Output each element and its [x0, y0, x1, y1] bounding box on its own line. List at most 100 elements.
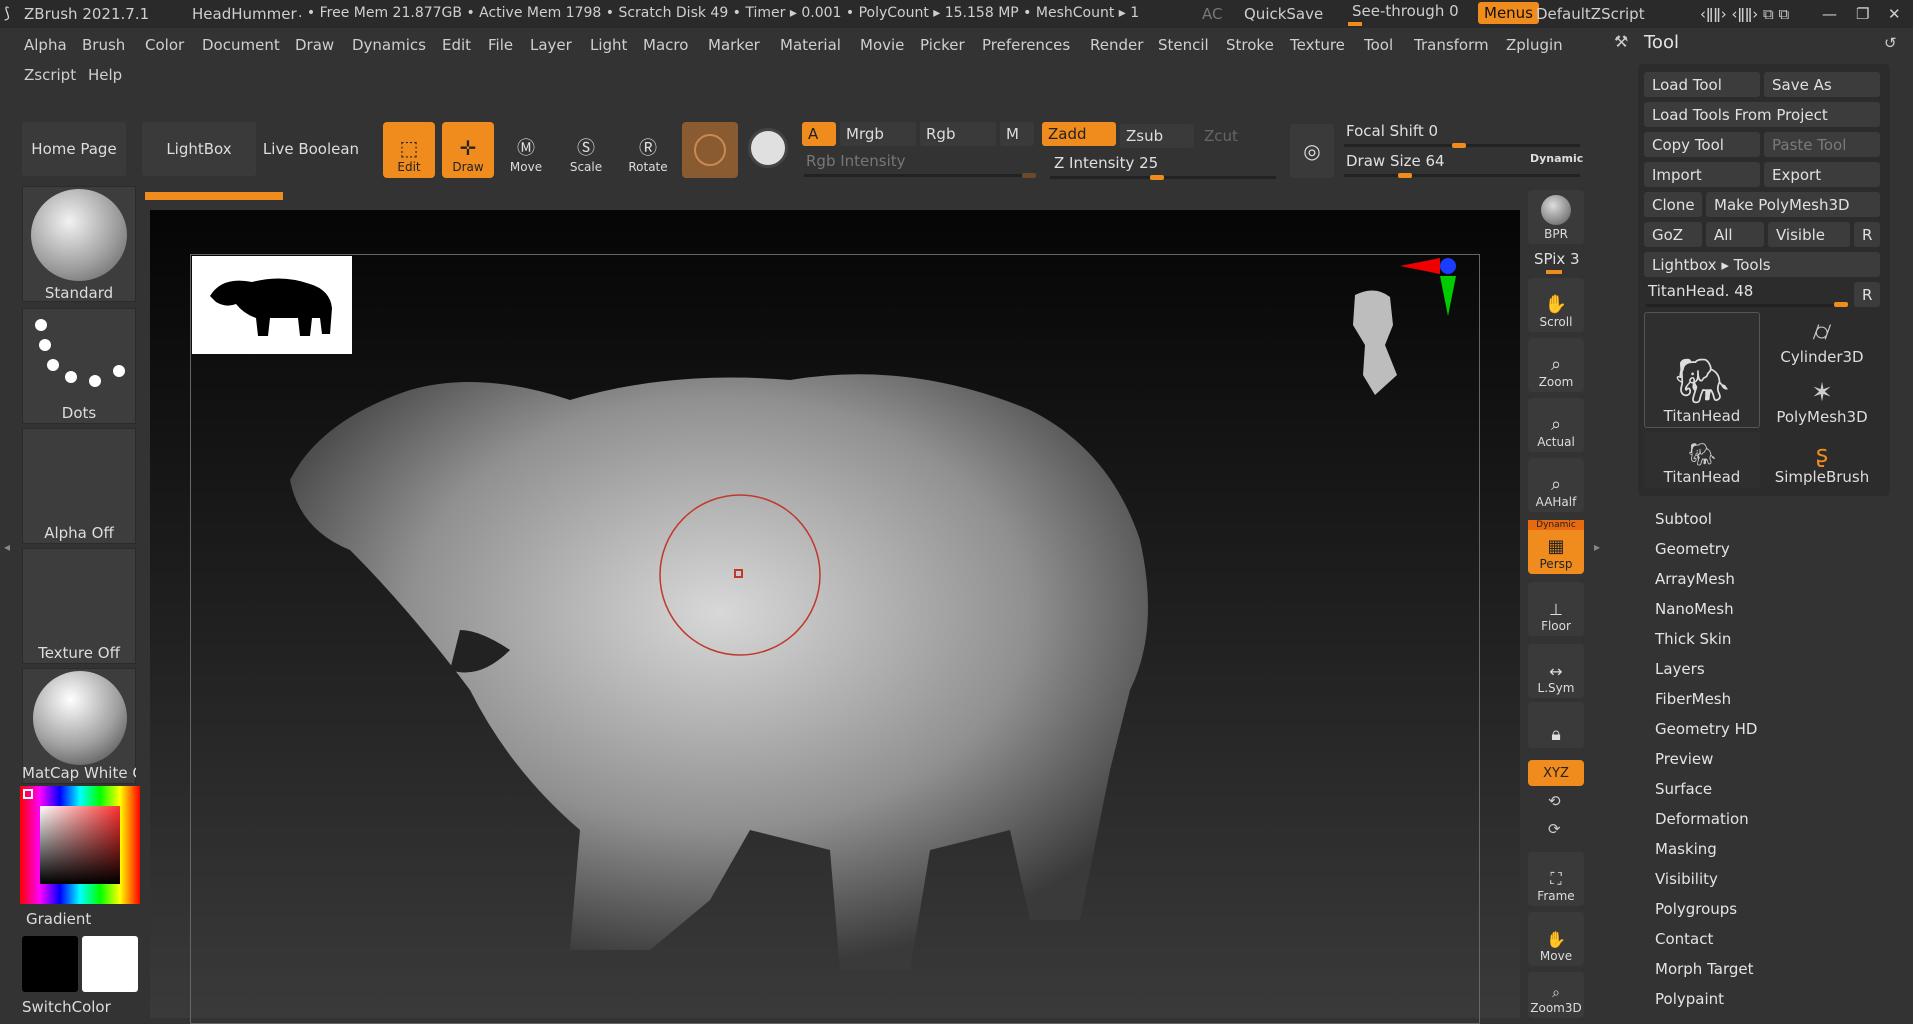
zoom-button[interactable]: ⌕ Zoom — [1528, 338, 1584, 392]
aahalf-button[interactable]: ⌕ AAHalf — [1528, 458, 1584, 512]
home-page-button[interactable]: Home Page — [22, 122, 126, 176]
goz-visible-button[interactable]: Visible — [1768, 222, 1850, 247]
right-tray-handle[interactable]: ▸ — [1594, 540, 1602, 580]
save-as-button[interactable]: Save As — [1764, 72, 1880, 97]
rgb-intensity-knob[interactable] — [1022, 173, 1036, 178]
menu-transform[interactable]: Transform — [1414, 36, 1489, 54]
navigation-head-gizmo[interactable] — [1345, 285, 1405, 405]
section-geometry[interactable]: Geometry — [1655, 540, 1730, 558]
goz-all-button[interactable]: All — [1706, 222, 1764, 247]
menu-alpha[interactable]: Alpha — [24, 36, 67, 54]
focal-shift-knob[interactable] — [1452, 143, 1466, 148]
main-color-swatch[interactable] — [22, 936, 78, 992]
edit-button[interactable]: ⬚ Edit — [383, 122, 435, 178]
scale-button[interactable]: Ⓢ Scale — [560, 122, 612, 178]
menu-picker[interactable]: Picker — [920, 36, 965, 54]
menu-preferences[interactable]: Preferences — [982, 36, 1070, 54]
section-polypaint[interactable]: Polypaint — [1655, 990, 1724, 1008]
section-morph-target[interactable]: Morph Target — [1655, 960, 1754, 978]
menu-light[interactable]: Light — [590, 36, 627, 54]
menus-toggle[interactable]: Menus — [1478, 2, 1539, 24]
frame-button[interactable]: ⛶ Frame — [1528, 852, 1584, 906]
menu-color[interactable]: Color — [145, 36, 184, 54]
export-button[interactable]: Export — [1764, 162, 1880, 187]
axis-gizmo[interactable] — [1400, 256, 1470, 336]
tool-thumb-simplebrush[interactable]: ʂ SimpleBrush — [1764, 432, 1880, 488]
sculpted-mesh[interactable] — [150, 210, 1520, 1018]
gradient-label[interactable]: Gradient — [26, 910, 91, 928]
move-view-button[interactable]: ✋ Move — [1528, 912, 1584, 966]
load-tool-button[interactable]: Load Tool — [1644, 72, 1760, 97]
dynamic-label[interactable]: Dynamic — [1530, 152, 1583, 165]
menu-brush[interactable]: Brush — [82, 36, 125, 54]
menu-tool[interactable]: Tool — [1364, 36, 1393, 54]
lsym-button[interactable]: ↔ L.Sym — [1528, 644, 1584, 698]
tool-panel-title[interactable]: Tool — [1644, 32, 1679, 53]
spix-slider-knob[interactable] — [1546, 270, 1562, 274]
lock-button[interactable]: 🔒︎ — [1528, 702, 1584, 748]
quicksave-button[interactable]: QuickSave — [1244, 5, 1323, 23]
restore-icon[interactable]: ❐ — [1856, 5, 1869, 23]
clone-button[interactable]: Clone — [1644, 192, 1702, 217]
move-button[interactable]: Ⓜ Move — [500, 122, 552, 178]
menu-dynamics[interactable]: Dynamics — [352, 36, 426, 54]
menu-material[interactable]: Material — [780, 36, 841, 54]
menu-edit[interactable]: Edit — [442, 36, 471, 54]
section-layers[interactable]: Layers — [1655, 660, 1705, 678]
section-masking[interactable]: Masking — [1655, 840, 1717, 858]
ac-toggle[interactable]: AC — [1202, 5, 1222, 23]
section-nanomesh[interactable]: NanoMesh — [1655, 600, 1734, 618]
menu-movie[interactable]: Movie — [860, 36, 904, 54]
a-toggle[interactable]: A — [802, 122, 836, 146]
scroll-button[interactable]: ✋ Scroll — [1528, 278, 1584, 332]
menu-file[interactable]: File — [488, 36, 513, 54]
mrgb-toggle[interactable]: Mrgb — [840, 122, 916, 146]
menu-draw[interactable]: Draw — [295, 36, 334, 54]
menu-document[interactable]: Document — [202, 36, 280, 54]
tool-thumb-titanhead[interactable]: 🐘︎ TitanHead — [1644, 312, 1760, 428]
m-toggle[interactable]: M — [1000, 122, 1034, 146]
zsub-toggle[interactable]: Zsub — [1120, 124, 1194, 148]
material-swatch-button[interactable] — [682, 122, 738, 178]
titanhead-r-button[interactable]: R — [1854, 282, 1880, 307]
menu-macro[interactable]: Macro — [643, 36, 688, 54]
section-visibility[interactable]: Visibility — [1655, 870, 1718, 888]
section-contact[interactable]: Contact — [1655, 930, 1713, 948]
z-intensity-knob[interactable] — [1150, 175, 1164, 180]
rgb-toggle[interactable]: Rgb — [920, 122, 996, 146]
titanhead-slider-knob[interactable] — [1834, 302, 1848, 307]
section-fibermesh[interactable]: FiberMesh — [1655, 690, 1731, 708]
menu-zscript[interactable]: Zscript — [24, 66, 76, 84]
section-polygroups[interactable]: Polygroups — [1655, 900, 1737, 918]
tool-thumb-cylinder3d[interactable]: ⌭ Cylinder3D — [1764, 312, 1880, 368]
tool-thumb-polymesh3d[interactable]: ✶ PolyMesh3D — [1764, 372, 1880, 428]
spix-label[interactable]: SPix 3 — [1534, 250, 1580, 268]
menu-render[interactable]: Render — [1090, 36, 1143, 54]
live-boolean-button[interactable]: Live Boolean — [262, 122, 360, 176]
xyz-button[interactable]: XYZ — [1528, 760, 1584, 786]
section-arraymesh[interactable]: ArrayMesh — [1655, 570, 1735, 588]
rotate-z-icon[interactable]: ⟳ — [1548, 820, 1561, 838]
lightbox-tools-button[interactable]: Lightbox ▸ Tools — [1644, 252, 1880, 277]
layout-icons[interactable]: ‹ǁǁ› ‹ǁǁ› ⧉ ⧉ — [1700, 5, 1789, 23]
secondary-color-swatch[interactable] — [82, 936, 138, 992]
seethrough-slider-knob[interactable] — [1348, 22, 1362, 26]
menu-stroke[interactable]: Stroke — [1226, 36, 1274, 54]
rotate-y-icon[interactable]: ⟲ — [1548, 792, 1561, 810]
section-subtool[interactable]: Subtool — [1655, 510, 1712, 528]
load-tools-from-project-button[interactable]: Load Tools From Project — [1644, 102, 1880, 127]
reset-icon[interactable]: ↺ — [1884, 34, 1897, 52]
goz-r-button[interactable]: R — [1854, 222, 1880, 247]
menu-zplugin[interactable]: Zplugin — [1506, 36, 1563, 54]
lightbox-button[interactable]: LightBox — [142, 122, 256, 176]
symmetry-icon[interactable]: ◎ — [1290, 124, 1334, 178]
rgb-intensity-slider[interactable] — [804, 174, 1036, 177]
brush-stroke-icon[interactable] — [748, 128, 788, 168]
draw-size-knob[interactable] — [1398, 173, 1412, 178]
menu-marker[interactable]: Marker — [708, 36, 760, 54]
persp-button[interactable]: Dynamic ▦ Persp — [1528, 520, 1584, 574]
tool-thumb-titanhead-small[interactable]: 🐘︎ TitanHead — [1644, 432, 1760, 488]
canvas-viewport[interactable] — [150, 210, 1520, 1024]
import-button[interactable]: Import — [1644, 162, 1760, 187]
left-tray-handle[interactable]: ◂ — [4, 540, 10, 580]
